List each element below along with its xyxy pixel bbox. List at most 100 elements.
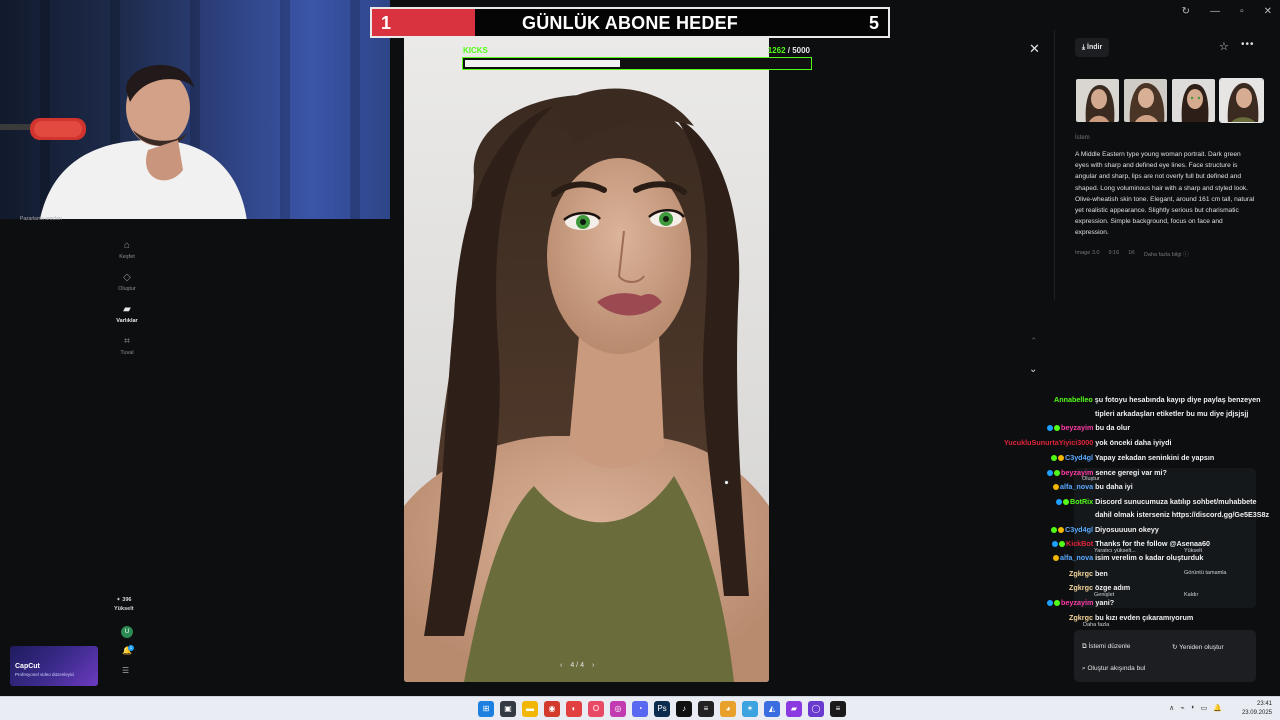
taskbar-app-icon[interactable]: ▬ [522,701,538,717]
chat-text: bu daha iyi [1095,482,1133,491]
chat-badge-icon [1051,527,1057,533]
chat-username[interactable]: KickBot [1066,539,1093,548]
chat-username[interactable]: Annabelleo [1054,395,1093,404]
chat-badge-icon [1047,600,1053,606]
taskbar-app-icon[interactable]: ⊞ [478,701,494,717]
chat-text: özge adım [1094,583,1131,592]
download-button[interactable]: ⤓ İndir [1075,38,1110,57]
close-viewer-button[interactable]: ✕ [1029,41,1040,57]
nav-item-canvas[interactable]: ⌗ Tuval [120,336,133,356]
chat-username[interactable]: Zgkrgc [1069,583,1093,592]
chat-message: Zgkrgc ben [1069,569,1108,578]
chat-badge-icon [1056,499,1062,505]
chat-message: Zgkrgc özge adım [1069,583,1130,592]
ctx-remove[interactable]: Kaldır [1184,592,1198,598]
taskbar-app-icon[interactable]: O [588,701,604,717]
more-info-link[interactable]: Daha fazla bilgi ⓘ [1144,250,1189,258]
avatar[interactable]: U [121,626,133,638]
kicks-current: 1262 [767,46,786,55]
thumbnail-3[interactable] [1171,78,1216,123]
microphone-icon [0,118,86,140]
taskbar-app-icon[interactable]: Ps [654,701,670,717]
taskbar-app-icon[interactable]: ◕ [720,701,736,717]
taskbar-app-icon[interactable]: ◉ [544,701,560,717]
refresh-icon[interactable]: ↻ [1182,6,1190,17]
ctx-find-in-feed[interactable]: ⌕ Oluştur akışında bul [1082,665,1145,673]
taskbar-app-icon[interactable]: ♪ [676,701,692,717]
more-options-icon[interactable]: ••• [1241,39,1255,50]
capcut-promo-card[interactable]: CapCut Profesyonel video düzenleyici [10,646,98,686]
menu-icon[interactable]: ☰ [122,666,129,675]
chat-username[interactable]: beyzayim [1061,598,1093,607]
next-image-button[interactable]: › [592,662,594,669]
chat-username[interactable]: C3yd4gl [1065,525,1093,534]
chat-text: şu fotoyu hesabında kayıp diye paylaş be… [1094,395,1261,404]
taskbar-app-icon[interactable]: ◔ [632,701,648,717]
tray-icon[interactable]: 🔔 [1213,704,1222,712]
taskbar-app-icon[interactable]: ✶ [742,701,758,717]
thumbnail-4-selected[interactable] [1219,78,1264,123]
nav-item-discover[interactable]: ⌂ Keşfet [119,240,135,260]
taskbar-app-icon[interactable]: ≡ [830,701,846,717]
thumbnail-1[interactable] [1075,78,1120,123]
chat-username[interactable]: YucukluSunurtaYiyici3000 [1004,438,1093,447]
chat-username[interactable]: BotRix [1070,497,1093,506]
tray-icon[interactable]: ⌁ [1180,704,1184,712]
ctx-more[interactable]: Daha fazla [1083,622,1109,628]
chat-badge-icon [1059,541,1065,547]
webcam-overlay [0,0,390,219]
chat-message: BotRix Discord sunucumuza katılıp sohbet… [1056,497,1257,506]
pager-count: 4 / 4 [570,662,584,669]
chat-message: C3yd4gl Yapay zekadan seninkini de yapsı… [1051,453,1214,462]
chat-text: bu kızı evden çıkaramıyorum [1094,613,1194,622]
image-viewer[interactable] [404,36,769,682]
ctx-regenerate[interactable]: ↻ Yeniden oluştur [1172,643,1224,651]
taskbar-app-icon[interactable]: ▣ [500,701,516,717]
chat-username[interactable]: Zgkrgc [1069,569,1093,578]
tray-icon[interactable]: ▭ [1201,704,1208,712]
maximize-icon[interactable]: ▫ [1240,6,1244,17]
chat-badge-icon [1047,425,1053,431]
thumbnail-2[interactable] [1123,78,1168,123]
taskbar-app-icon[interactable]: ◎ [610,701,626,717]
chat-username[interactable]: alfa_nova [1060,553,1093,562]
taskbar-app-icon[interactable]: ◭ [764,701,780,717]
ctx-edit-prompt[interactable]: ⧉ İstemi düzenle [1082,643,1130,651]
ctx-image-complete[interactable]: Görüntü tamamla [1184,570,1227,576]
chevron-up-icon[interactable]: ⌃ [1030,336,1038,347]
chat-username[interactable]: beyzayim [1061,423,1093,432]
chevron-down-icon[interactable]: ⌄ [1029,364,1037,375]
nav-item-assets[interactable]: ▰ Varlıklar [116,304,137,324]
prev-image-button[interactable]: ‹ [560,662,562,669]
minimize-icon[interactable]: — [1210,6,1220,17]
chat-username[interactable]: alfa_nova [1060,482,1093,491]
taskbar-app-icon[interactable]: ◐ [566,701,582,717]
star-icon[interactable]: ☆ [1219,40,1229,53]
chat-badge-icon [1054,600,1060,606]
credits-upgrade-button[interactable]: ✦ 396 Yükselt [114,596,134,614]
taskbar-app-icon[interactable]: ≡ [698,701,714,717]
download-label: İndir [1087,44,1103,51]
close-window-icon[interactable]: ✕ [1264,6,1272,17]
tray-icon[interactable]: ◖ [1190,704,1194,712]
goal-title: GÜNLÜK ABONE HEDEF [522,13,738,33]
tray-icon[interactable]: ∧ [1169,704,1174,712]
promo-title: CapCut [15,663,40,670]
webcam-caption: Pazarlama aracları [20,216,62,222]
taskbar-app-icon[interactable]: ◯ [808,701,824,717]
chat-text: dahil olmak isterseniz https://discord.g… [1095,510,1270,519]
chat-username[interactable]: beyzayim [1061,468,1093,477]
chat-username[interactable]: Zgkrgc [1069,613,1093,622]
chat-message: alfa_nova isim verelim o kadar oluşturdu… [1053,553,1203,562]
image-pager: ‹ 4 / 4 › [560,662,594,669]
taskbar-app-icon[interactable]: ▰ [786,701,802,717]
chat-username[interactable]: C3yd4gl [1065,453,1093,462]
chat-text: isim verelim o kadar oluşturduk [1095,553,1204,562]
credits-amount: ✦ 396 [116,597,132,603]
chat-text: Discord sunucumuza katılıp sohbet/muhabb… [1095,497,1257,506]
nav-item-create[interactable]: ◇ Oluştur [118,272,136,292]
chat-message: beyzayim bu da olur [1047,423,1130,432]
prompt-text: A Middle Eastern type young woman portra… [1075,151,1255,237]
chat-message: alfa_nova bu daha iyi [1053,482,1133,491]
clock[interactable]: 23:41 23.09.2025 [1242,700,1272,718]
